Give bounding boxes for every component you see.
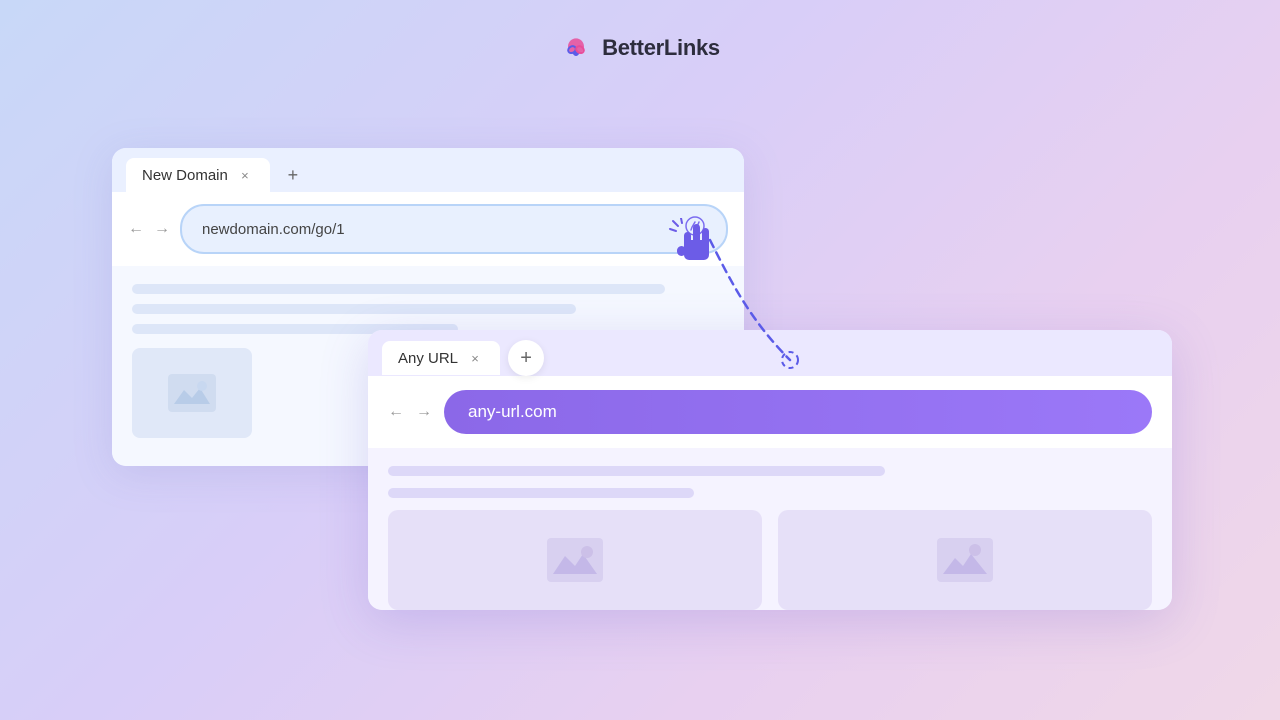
content-image-1 — [132, 348, 252, 438]
toolbar-2: ← → any-url.com — [368, 376, 1172, 448]
tab-bar-1: New Domain × + — [112, 148, 744, 192]
browser-content-2 — [368, 448, 1172, 610]
content-images-row — [388, 510, 1152, 610]
forward-button-1[interactable]: → — [154, 220, 170, 238]
tab-any-url[interactable]: Any URL × — [382, 341, 500, 375]
back-button-1[interactable]: ← — [128, 220, 144, 238]
tab-any-url-label: Any URL — [398, 350, 458, 367]
address-bar-1[interactable]: newdomain.com/go/1 — [180, 204, 728, 254]
address-bar-icon-1 — [684, 215, 706, 243]
back-button-2[interactable]: ← — [388, 403, 404, 421]
tab-new-domain[interactable]: New Domain × — [126, 158, 270, 192]
content-image-2a — [388, 510, 762, 610]
tab-close-2[interactable]: × — [466, 349, 484, 367]
browser-window-2: Any URL × + ← → any-url.com — [368, 330, 1172, 610]
logo-text: BetterLinks — [602, 35, 720, 61]
tab-close-1[interactable]: × — [236, 166, 254, 184]
tab-add-2[interactable]: + — [508, 340, 544, 376]
content-line — [132, 304, 576, 314]
address-text-2: any-url.com — [468, 402, 557, 422]
header: BetterLinks — [0, 0, 1280, 64]
tab-bar-2: Any URL × + — [368, 330, 1172, 376]
tab-new-domain-label: New Domain — [142, 167, 228, 184]
tab-add-1[interactable]: + — [278, 160, 308, 190]
toolbar-1: ← → newdomain.com/go/1 — [112, 192, 744, 266]
content-line-2 — [388, 466, 885, 476]
content-line — [132, 284, 665, 294]
content-image-2b — [778, 510, 1152, 610]
address-text-1: newdomain.com/go/1 — [202, 221, 345, 238]
betterlinks-logo-icon — [560, 32, 592, 64]
address-bar-2[interactable]: any-url.com — [444, 390, 1152, 434]
forward-button-2[interactable]: → — [416, 403, 432, 421]
content-line-2 — [388, 488, 694, 498]
